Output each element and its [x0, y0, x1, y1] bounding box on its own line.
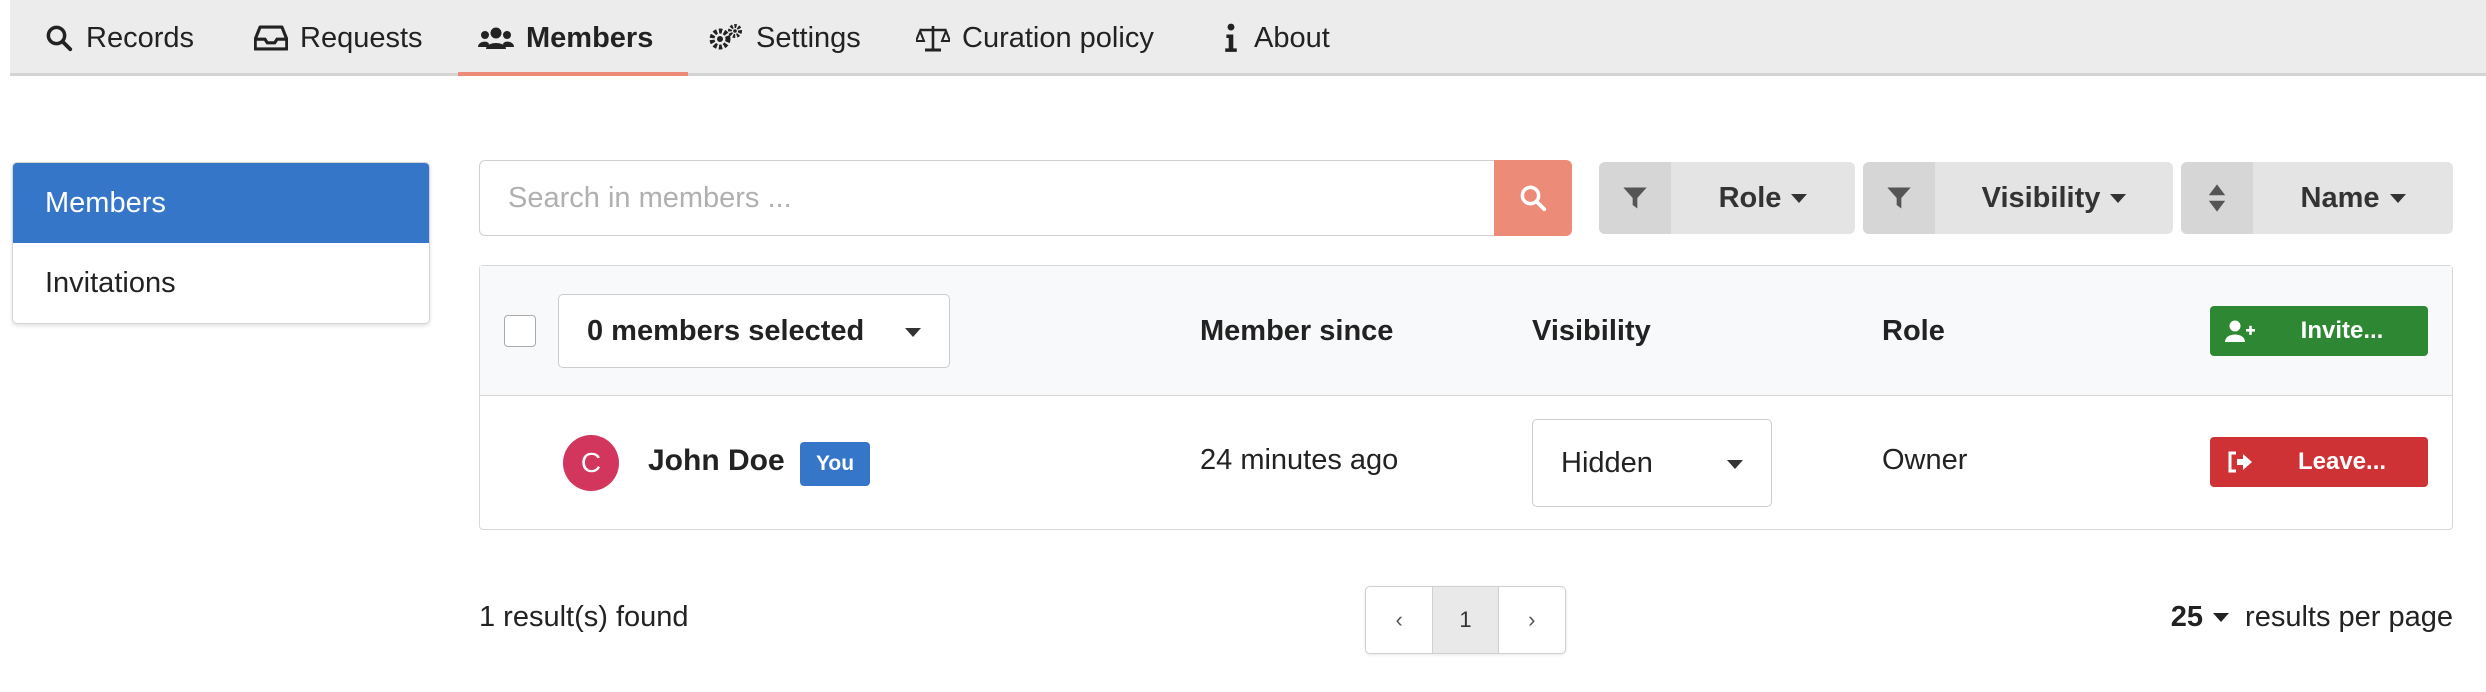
sidebar-menu: Members Invitations — [12, 162, 430, 324]
tab-records-label: Records — [86, 21, 194, 54]
role-filter-dropdown[interactable]: Role — [1599, 162, 1855, 234]
column-header-role: Role — [1882, 314, 1945, 347]
per-page-dropdown[interactable]: 25 — [2170, 601, 2230, 634]
chevron-down-icon — [2110, 193, 2127, 203]
chevron-down-icon — [2389, 193, 2406, 203]
sign-out-icon — [2210, 451, 2270, 473]
members-table: 0 members selected Member since Visibili… — [479, 265, 2453, 530]
table-header: 0 members selected Member since Visibili… — [480, 266, 2452, 396]
search-icon — [1520, 185, 1547, 212]
tab-settings[interactable]: Settings — [708, 0, 861, 76]
sort-icon — [2181, 162, 2253, 234]
tab-curation-policy-label: Curation policy — [962, 21, 1154, 54]
invite-button-label: Invite... — [2300, 317, 2384, 344]
users-icon — [478, 27, 514, 49]
visibility-select[interactable]: Hidden — [1532, 419, 1772, 507]
sidebar-item-members[interactable]: Members — [13, 163, 429, 243]
sort-label: Name — [2300, 181, 2380, 214]
search-placeholder: Search in members ... — [508, 181, 792, 214]
pagination: ‹ 1 › — [1365, 586, 1566, 654]
search-button[interactable] — [1494, 160, 1572, 236]
top-nav: Records Requests Members Settings Curati… — [10, 0, 2486, 76]
tab-settings-label: Settings — [756, 21, 861, 54]
tab-members[interactable]: Members — [478, 0, 653, 76]
cogs-icon — [709, 24, 742, 50]
info-icon — [1225, 23, 1237, 52]
select-all-checkbox[interactable] — [504, 315, 536, 347]
tab-about-label: About — [1254, 21, 1330, 54]
balance-scale-icon — [916, 26, 950, 52]
next-page-button[interactable]: › — [1499, 587, 1565, 653]
selection-count-label: 0 members selected — [587, 314, 865, 347]
tab-about[interactable]: About — [1220, 0, 1330, 76]
sort-dropdown[interactable]: Name — [2181, 162, 2453, 234]
search-icon — [46, 25, 73, 52]
tab-records[interactable]: Records — [44, 0, 194, 76]
active-tab-indicator — [458, 72, 688, 76]
sidebar-item-label: Invitations — [45, 266, 176, 299]
sidebar-item-invitations[interactable]: Invitations — [13, 243, 429, 323]
filter-icon — [1863, 162, 1935, 234]
tab-requests[interactable]: Requests — [254, 0, 423, 76]
visibility-value: Hidden — [1561, 446, 1653, 479]
you-badge: You — [800, 442, 870, 486]
avatar: C — [563, 435, 619, 491]
results-count: 1 result(s) found — [479, 601, 689, 633]
sidebar-item-label: Members — [45, 186, 166, 219]
user-plus-icon — [2210, 319, 2270, 343]
filter-icon — [1599, 162, 1671, 234]
inbox-icon — [254, 25, 288, 51]
invite-button[interactable]: Invite... — [2210, 306, 2428, 356]
page-1-button[interactable]: 1 — [1432, 587, 1499, 653]
tab-requests-label: Requests — [300, 21, 423, 54]
chevron-down-icon — [1727, 460, 1743, 469]
search-input[interactable]: Search in members ... — [479, 160, 1495, 236]
per-page-value: 25 — [2170, 601, 2204, 633]
role-value: Owner — [1882, 444, 1968, 476]
column-header-member-since: Member since — [1200, 314, 1394, 347]
column-header-visibility: Visibility — [1532, 314, 1651, 347]
per-page-label: results per page — [2245, 601, 2453, 633]
member-since-value: 24 minutes ago — [1200, 444, 1399, 476]
tab-members-label: Members — [526, 21, 654, 54]
member-name: John Doe — [648, 444, 785, 477]
visibility-filter-dropdown[interactable]: Visibility — [1863, 162, 2173, 234]
chevron-down-icon — [1791, 193, 1808, 203]
leave-button[interactable]: Leave... — [2210, 437, 2428, 487]
visibility-filter-label: Visibility — [1981, 181, 2101, 214]
results-per-page: 25 results per page — [2171, 601, 2453, 634]
chevron-down-icon — [905, 328, 921, 337]
bulk-selection-dropdown[interactable]: 0 members selected — [558, 294, 950, 368]
role-filter-label: Role — [1718, 181, 1782, 214]
tab-curation-policy[interactable]: Curation policy — [916, 0, 1154, 76]
chevron-down-icon — [2213, 613, 2230, 622]
prev-page-button[interactable]: ‹ — [1366, 587, 1432, 653]
leave-button-label: Leave... — [2297, 448, 2387, 475]
